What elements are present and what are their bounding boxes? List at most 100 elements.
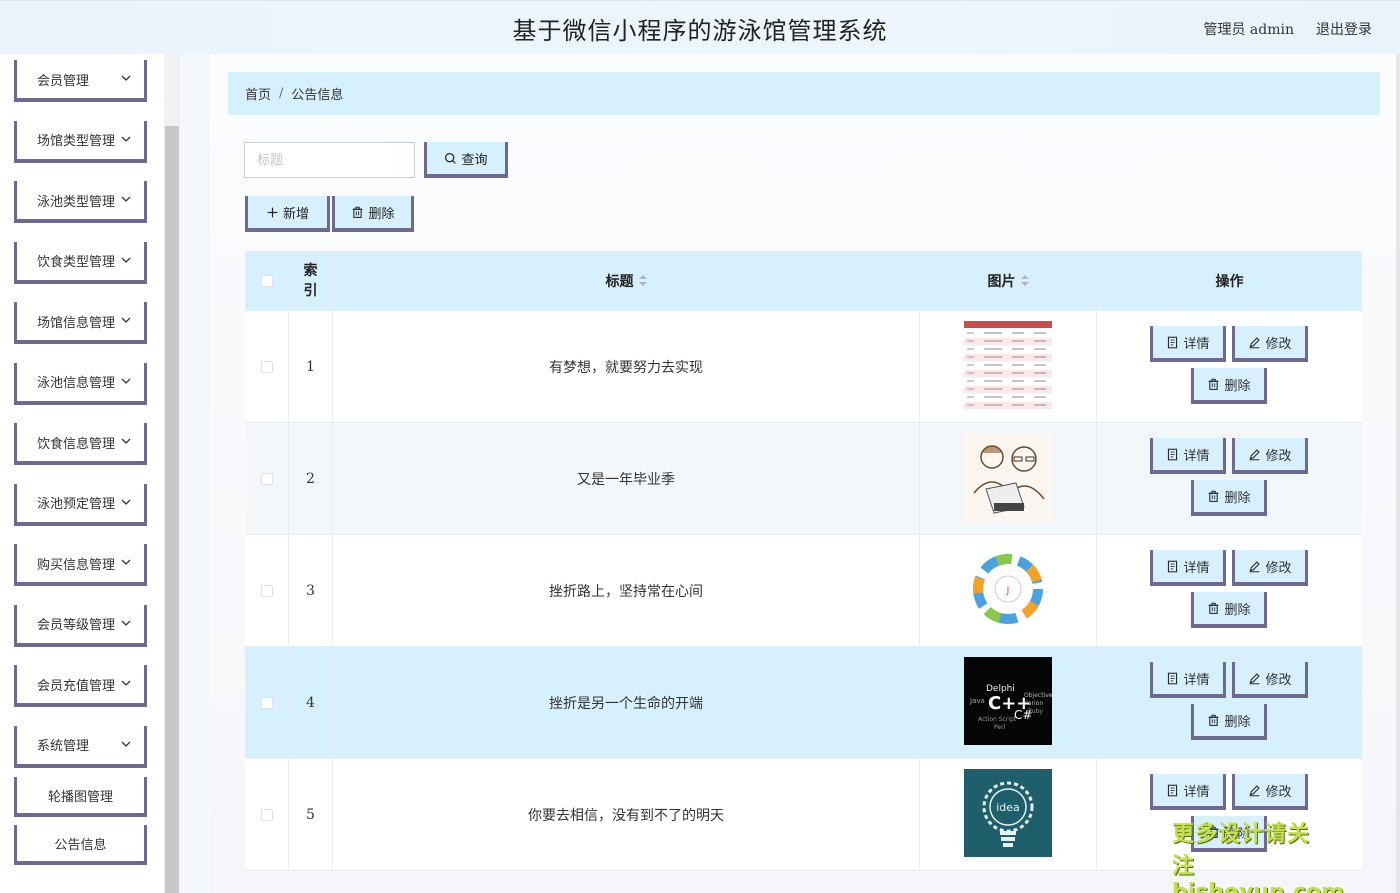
row-ops-cell: 详情 修改删除 (1097, 311, 1362, 422)
detail-button[interactable]: 详情 (1150, 326, 1226, 362)
detail-button[interactable]: 详情 (1150, 438, 1226, 474)
row-select-cell (245, 759, 289, 870)
row-index: 3 (289, 535, 333, 646)
chevron-down-icon (121, 378, 131, 384)
detail-button-label: 详情 (1183, 448, 1210, 464)
sidebar-subitem-label: 轮播图管理 (47, 789, 113, 805)
row-checkbox[interactable] (260, 696, 273, 709)
chevron-down-icon (121, 620, 131, 626)
chevron-down-icon (121, 680, 131, 686)
sidebar-item[interactable]: 泳池信息管理 (14, 362, 147, 405)
sort-icon[interactable] (1020, 275, 1029, 287)
row-delete-button[interactable]: 删除 (1191, 592, 1267, 628)
sidebar-item[interactable]: 场馆信息管理 (14, 302, 147, 344)
detail-button[interactable]: 详情 (1150, 550, 1226, 586)
sidebar-item[interactable]: 饮食类型管理 (14, 241, 147, 284)
sidebar-subitem[interactable]: 轮播图管理 (14, 777, 147, 817)
row-checkbox[interactable] (260, 472, 273, 485)
breadcrumb-separator: / (279, 86, 284, 101)
document-icon (1168, 784, 1178, 796)
sidebar-item-label: 会员等级管理 (37, 618, 116, 633)
row-image-cell: J (920, 535, 1097, 646)
sidebar-item-label: 饮食信息管理 (37, 436, 116, 452)
select-all-checkbox[interactable] (260, 275, 273, 287)
trash-icon (1209, 714, 1219, 726)
row-delete-button[interactable]: 删除 (1191, 368, 1267, 404)
add-button[interactable]: 新增 (245, 196, 330, 232)
sidebar-item[interactable]: 泳池预定管理 (14, 483, 147, 526)
edit-button[interactable]: 修改 (1232, 774, 1308, 810)
query-button[interactable]: 查询 (424, 142, 508, 178)
header-index-label: 索引 (303, 263, 318, 299)
row-checkbox[interactable] (260, 808, 273, 821)
sidebar-item[interactable]: 场馆类型管理 (14, 120, 147, 163)
logout-link[interactable]: 退出登录 (1316, 19, 1372, 39)
sidebar-item[interactable]: 会员等级管理 (14, 604, 147, 647)
sidebar-item[interactable]: 泳池类型管理 (14, 181, 147, 223)
watermark-line1: 更多设计请关注 (1172, 822, 1311, 879)
edit-button[interactable]: 修改 (1232, 326, 1308, 362)
sidebar-scrollbar-thumb[interactable] (165, 126, 179, 893)
main-scrollbar[interactable] (1396, 54, 1400, 893)
row-title: 你要去相信，没有到不了的明天 (333, 759, 920, 870)
row-select-cell (245, 647, 289, 758)
svg-text:J: J (1006, 586, 1010, 596)
chevron-down-icon (121, 75, 131, 81)
current-user: 管理员 admin (1203, 22, 1294, 38)
edit-button-label: 修改 (1265, 672, 1292, 688)
row-delete-button[interactable]: 删除 (1191, 704, 1267, 740)
spreadsheet-thumbnail[interactable] (964, 320, 1052, 413)
row-image-cell (920, 423, 1097, 534)
search-title-input[interactable] (244, 142, 415, 178)
breadcrumb-home[interactable]: 首页 (245, 84, 271, 103)
svg-text:Ruby: Ruby (1028, 708, 1044, 715)
notice-table: 索引 标题 图片 操作 1 有梦想，就要努力去实现 详情 修改 删除 2 又是一年毕业季 详情… (245, 251, 1362, 871)
sidebar-item-label: 泳池预定管理 (37, 497, 116, 512)
idea-bulb-thumbnail[interactable]: idea (964, 768, 1052, 861)
java-wheel-thumbnail[interactable]: J (964, 544, 1052, 637)
edit-button[interactable]: 修改 (1232, 662, 1308, 698)
header-title[interactable]: 标题 (333, 251, 920, 311)
chevron-down-icon (121, 438, 131, 444)
sort-icon[interactable] (638, 275, 647, 287)
edit-button-label: 修改 (1265, 784, 1292, 800)
sidebar-item-label: 饮食类型管理 (37, 255, 116, 270)
chevron-down-icon (121, 257, 131, 263)
row-ops-cell: 详情 修改删除 (1097, 535, 1362, 646)
sidebar-subitem[interactable]: 公告信息 (14, 825, 147, 865)
sketch-people-laptop-thumbnail[interactable] (964, 432, 1052, 525)
sidebar-item[interactable]: 系统管理 (14, 725, 147, 768)
row-title: 挫折路上，坚持常在心间 (333, 535, 920, 646)
header-image[interactable]: 图片 (920, 251, 1097, 311)
chevron-down-icon (121, 741, 131, 747)
chevron-down-icon (121, 317, 131, 323)
edit-button[interactable]: 修改 (1232, 550, 1308, 586)
plus-icon (267, 207, 278, 217)
edit-button[interactable]: 修改 (1232, 438, 1308, 474)
svg-text:Clarion: Clarion (1022, 700, 1043, 707)
sidebar-item[interactable]: 会员管理 (14, 60, 147, 102)
batch-delete-button[interactable]: 删除 (332, 196, 414, 232)
detail-button-label: 详情 (1183, 672, 1210, 688)
programming-words-thumbnail[interactable]: Delphi C++ C# Java Objective Clarion Action Sc… (964, 656, 1053, 749)
row-delete-button[interactable]: 删除 (1191, 480, 1267, 516)
table-row: 2 又是一年毕业季 详情 修改 删除 (245, 423, 1362, 535)
sidebar-item-label: 场馆信息管理 (37, 315, 116, 331)
detail-button-label: 详情 (1183, 784, 1210, 800)
row-checkbox[interactable] (260, 584, 273, 597)
trash-icon (1209, 490, 1219, 502)
row-checkbox[interactable] (260, 360, 273, 373)
svg-text:Java: Java (969, 697, 985, 705)
svg-text:Action Script: Action Script (978, 716, 1017, 723)
document-icon (1168, 448, 1178, 460)
header-select-cell (245, 251, 289, 311)
table-header: 索引 标题 图片 操作 (245, 251, 1362, 311)
sidebar-item[interactable]: 购买信息管理 (14, 544, 147, 586)
row-index: 4 (289, 647, 333, 758)
detail-button[interactable]: 详情 (1150, 662, 1226, 698)
batch-delete-button-label: 删除 (368, 206, 395, 222)
detail-button[interactable]: 详情 (1150, 774, 1226, 810)
top-header: 基于微信小程序的游泳馆管理系统 管理员 admin 退出登录 (0, 0, 1400, 54)
sidebar-item[interactable]: 饮食信息管理 (14, 423, 147, 465)
sidebar-item[interactable]: 会员充值管理 (14, 665, 147, 707)
